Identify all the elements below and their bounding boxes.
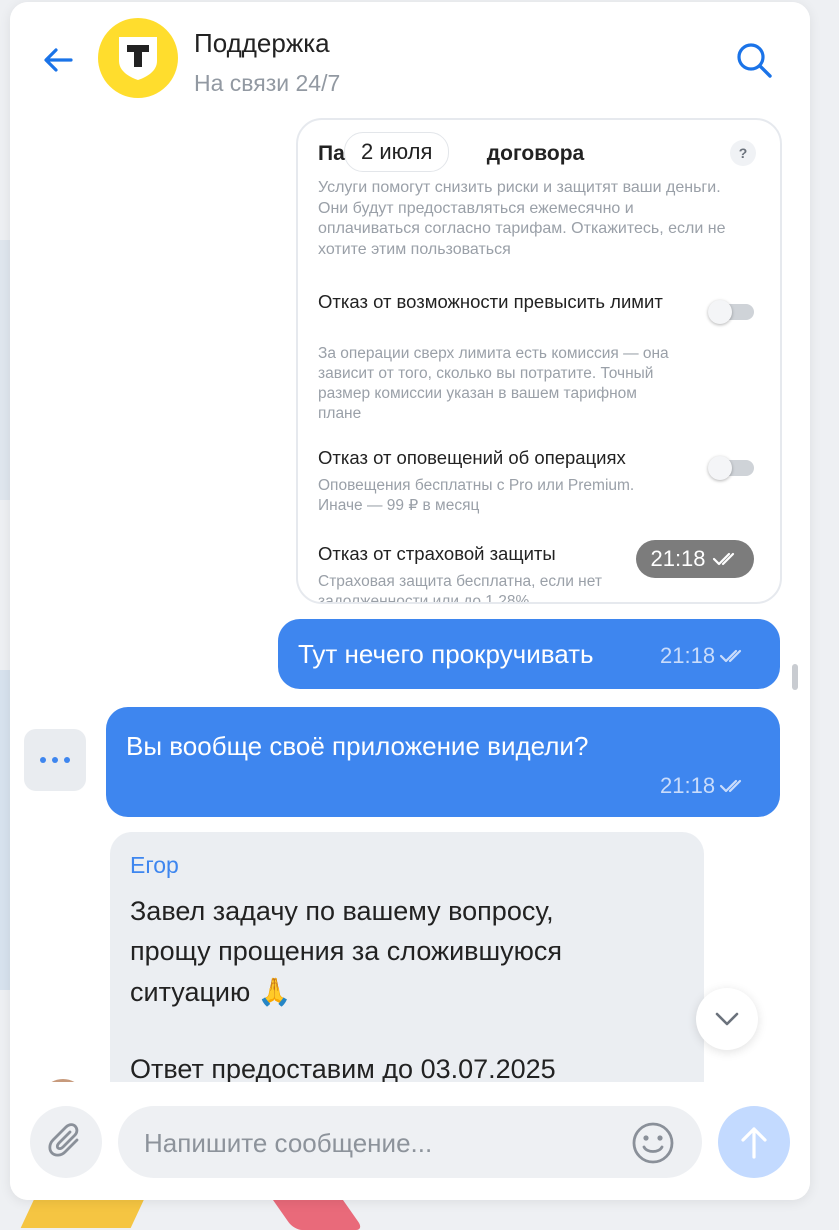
smiley-icon [632, 1122, 674, 1164]
send-button[interactable] [718, 1106, 790, 1178]
help-icon: ? [730, 140, 756, 166]
chat-subtitle: На связи 24/7 [194, 70, 341, 96]
search-icon [737, 43, 772, 78]
option-title: Отказ от оповещений об операциях [318, 447, 626, 468]
message-actions-button[interactable] [24, 729, 86, 791]
double-check-icon [719, 649, 742, 663]
chevron-down-icon [715, 1012, 739, 1026]
chat-header: Поддержка На связи 24/7 [10, 2, 810, 112]
message-text-line: Завел задачу по вашему вопросу, [130, 896, 554, 926]
option-toggle [708, 300, 754, 324]
message-time: 21:18 [660, 773, 749, 799]
scroll-down-button[interactable] [696, 988, 758, 1050]
scrollbar-thumb[interactable] [792, 664, 798, 690]
outgoing-message[interactable]: Тут нечего прокручивать 21:18 [278, 619, 780, 689]
paperclip-icon [48, 1123, 79, 1157]
option-description: За операции сверх лимита есть комиссия —… [318, 345, 669, 422]
message-time: 21:18 [660, 643, 749, 669]
emoji-button[interactable] [630, 1120, 676, 1166]
option-toggle [708, 456, 754, 480]
attach-button[interactable] [30, 1106, 102, 1178]
outgoing-message[interactable]: Вы вообще своё приложение видели? 21:18 [106, 707, 780, 817]
message-composer [10, 1082, 810, 1200]
option-description: Оповещения бесплатны с Pro или Premium. … [318, 477, 635, 514]
arrow-left-icon [44, 48, 73, 72]
option-description: Страховая защита бесплатна, если нет зад… [318, 573, 602, 604]
option-title: Отказ от страховой защиты [318, 543, 556, 564]
date-chip: 2 июля [344, 132, 450, 172]
back-button[interactable] [38, 40, 78, 80]
double-check-icon [719, 779, 742, 793]
double-check-icon [712, 552, 734, 566]
brand-shield-logo [119, 37, 157, 80]
message-text-line: прощу прощения за сложившуюся [130, 936, 563, 966]
chat-title: Поддержка [194, 28, 330, 58]
message-list[interactable]: 2 июля Па договора ? Услуги помогут снизи… [10, 112, 810, 1082]
arrow-up-icon [741, 1127, 767, 1159]
message-text-line: ситуацию 🙏 [130, 977, 292, 1007]
incoming-message[interactable]: Егор Завел задачу по вашему вопросу, про… [110, 832, 704, 1082]
message-text-line: Ответ предоставим до 03.07.2025 [130, 1054, 556, 1082]
support-avatar [98, 18, 178, 98]
card-description: Услуги помогут снизить риски и защитят в… [318, 179, 726, 258]
message-input[interactable] [142, 1106, 626, 1180]
message-text: Вы вообще своё приложение видели? [126, 731, 589, 761]
message-input-wrapper [118, 1106, 702, 1180]
search-button[interactable] [732, 38, 776, 82]
message-text: Тут нечего прокручивать [298, 639, 594, 669]
option-title: Отказ от возможности превысить лимит [318, 291, 663, 312]
ellipsis-icon [40, 757, 70, 763]
screenshot-message[interactable]: Па договора ? Услуги помогут снизить риск… [296, 118, 782, 604]
chat-window: Поддержка На связи 24/7 2 июля Па договор… [10, 2, 810, 1200]
message-time-badge: 21:18 [636, 540, 754, 578]
sender-name: Егор [130, 852, 179, 878]
